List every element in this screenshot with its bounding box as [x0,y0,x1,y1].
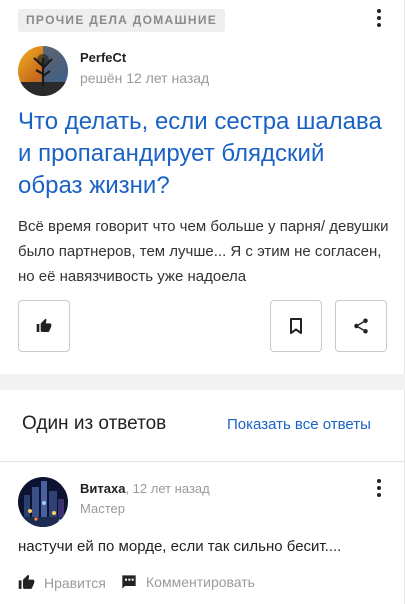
answer-author: Витаха, 12 лет назад [80,481,210,496]
author-avatar-image [18,46,68,96]
answer-comment-button[interactable]: Комментировать [121,574,255,590]
answer-text: настучи ей по морде, если так сильно бес… [18,538,342,555]
more-vertical-icon[interactable] [369,478,389,498]
answerer-avatar-image [18,477,68,527]
thumbs-up-icon [18,574,35,589]
comment-icon [122,575,136,589]
answer-rank: Мастер [80,501,125,516]
bookmark-button[interactable] [270,300,322,352]
show-all-answers-link[interactable]: Показать все ответы [227,416,371,433]
answer-author-name[interactable]: Витаха [80,481,125,496]
share-button[interactable] [335,300,387,352]
question-body: Всё время говорит что чем больше у парня… [18,218,389,285]
divider [0,461,405,462]
thumbs-up-icon [36,318,52,332]
answer-card: Один из ответов Показать все ответы Вита… [0,390,405,604]
question-meta: решён 12 лет назад [80,70,210,86]
author-name[interactable]: PerfeCt [80,50,126,65]
answer-time: , 12 лет назад [125,481,210,496]
question-card: ПРОЧИЕ ДЕЛА ДОМАШНИЕ PerfeCt решён 12 ле… [0,0,405,374]
more-vertical-icon[interactable] [369,8,389,28]
question-title[interactable]: Что делать, если сестра шалава и пропага… [18,106,393,202]
avatar[interactable] [18,46,68,96]
like-button[interactable] [18,300,70,352]
answers-section-title: Один из ответов [22,413,167,434]
category-badge[interactable]: ПРОЧИЕ ДЕЛА ДОМАШНИЕ [18,9,226,32]
share-icon [354,318,368,334]
comment-label: Комментировать [146,574,255,590]
bookmark-icon [290,318,302,334]
answer-like-button[interactable]: Нравится [18,574,106,591]
avatar[interactable] [18,477,68,527]
like-label: Нравится [44,574,106,591]
